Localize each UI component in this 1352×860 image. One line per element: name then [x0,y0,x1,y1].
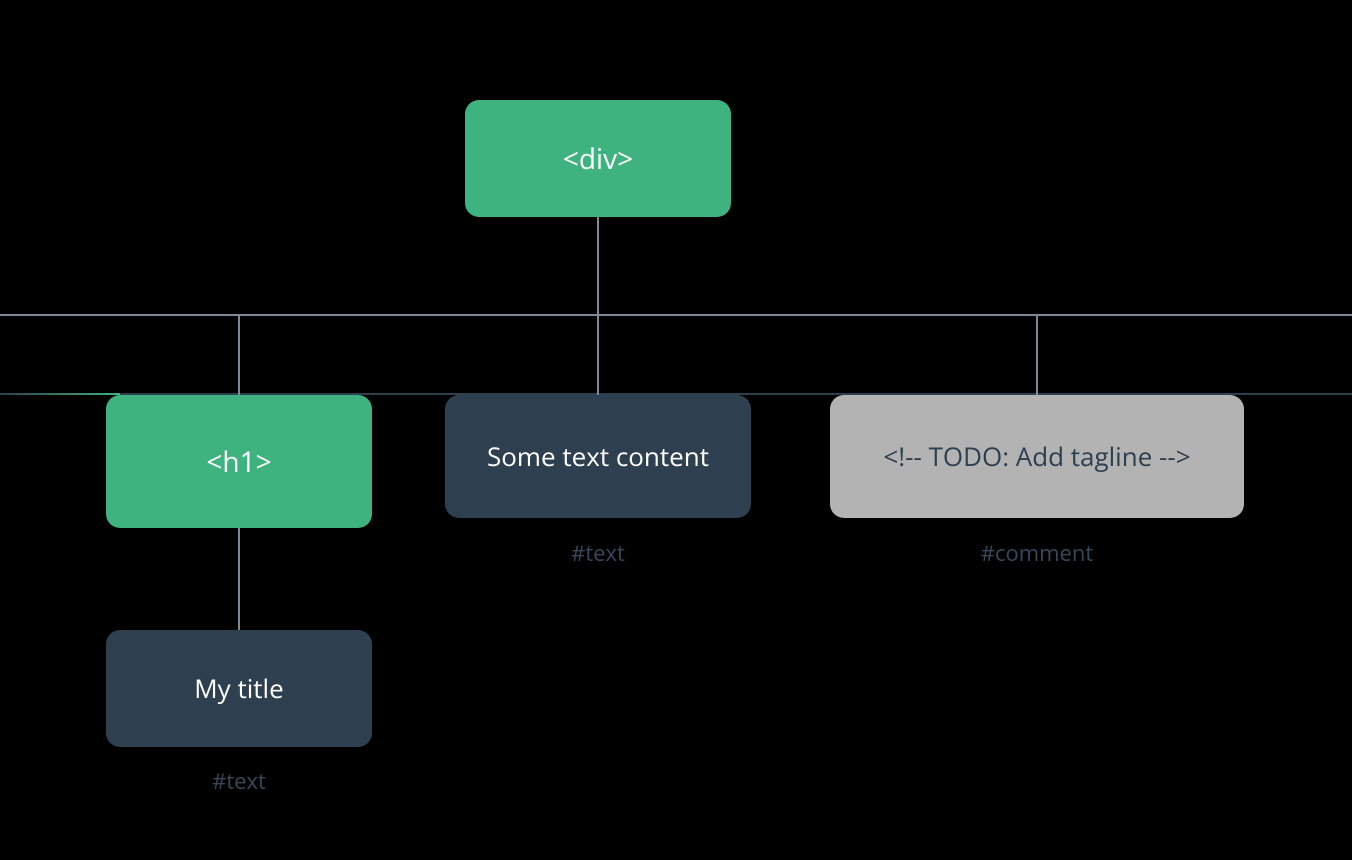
connector-to-comment [1036,314,1038,396]
caption-text: #text [545,538,651,568]
connector-root-down [597,217,599,314]
node-label: Some text content [487,441,709,472]
connector-h1-to-title [238,528,240,630]
node-label: My title [194,673,283,704]
caption-my-title: #text [186,766,292,796]
node-my-title: My title [106,630,372,747]
caption-comment: #comment [960,538,1114,568]
connector-to-h1 [238,314,240,396]
node-h1: <h1> [106,395,372,528]
connector-bus-accent [0,393,120,395]
connector-to-text [597,314,599,396]
dom-tree-diagram: <div> <h1> Some text content #text <!-- … [0,0,1352,860]
node-label: <div> [563,140,633,178]
node-div-root: <div> [465,100,731,217]
node-label: <h1> [206,443,271,481]
node-label: <!-- TODO: Add tagline --> [883,440,1190,473]
connector-bus-top [0,314,1352,316]
node-comment: <!-- TODO: Add tagline --> [830,395,1244,518]
node-text-content: Some text content [445,395,751,518]
